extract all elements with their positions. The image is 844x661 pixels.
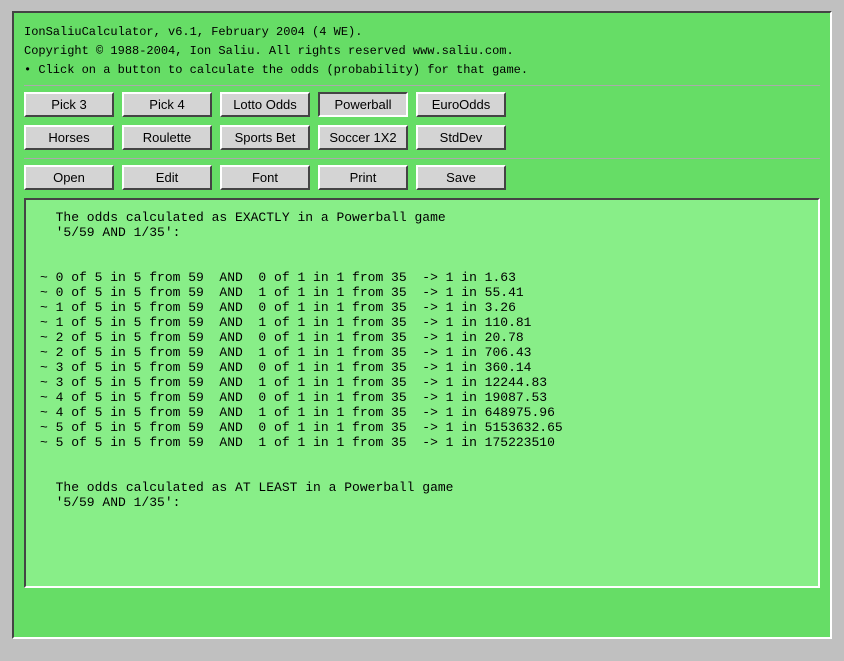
button-row-2: Horses Roulette Sports Bet Soccer 1X2 St…	[24, 125, 820, 150]
main-window: IonSaliuCalculator, v6.1, February 2004 …	[12, 11, 832, 639]
output-wrapper: The odds calculated as EXACTLY in a Powe…	[24, 198, 820, 588]
button-row-1: Pick 3 Pick 4 Lotto Odds Powerball EuroO…	[24, 92, 820, 117]
output-area[interactable]: The odds calculated as EXACTLY in a Powe…	[26, 200, 818, 586]
save-button[interactable]: Save	[416, 165, 506, 190]
title-bar: IonSaliuCalculator, v6.1, February 2004 …	[24, 23, 820, 79]
font-button[interactable]: Font	[220, 165, 310, 190]
divider-2	[24, 158, 820, 159]
powerball-button[interactable]: Powerball	[318, 92, 408, 117]
divider-1	[24, 85, 820, 86]
button-row-3: Open Edit Font Print Save	[24, 165, 820, 190]
title-line1: IonSaliuCalculator, v6.1, February 2004 …	[24, 23, 820, 41]
title-line2: Copyright © 1988-2004, Ion Saliu. All ri…	[24, 42, 820, 60]
soccer-button[interactable]: Soccer 1X2	[318, 125, 408, 150]
pick4-button[interactable]: Pick 4	[122, 92, 212, 117]
horses-button[interactable]: Horses	[24, 125, 114, 150]
roulette-button[interactable]: Roulette	[122, 125, 212, 150]
edit-button[interactable]: Edit	[122, 165, 212, 190]
open-button[interactable]: Open	[24, 165, 114, 190]
pick3-button[interactable]: Pick 3	[24, 92, 114, 117]
print-button[interactable]: Print	[318, 165, 408, 190]
stddev-button[interactable]: StdDev	[416, 125, 506, 150]
lotto-odds-button[interactable]: Lotto Odds	[220, 92, 310, 117]
title-line3: • Click on a button to calculate the odd…	[24, 61, 820, 79]
sports-bet-button[interactable]: Sports Bet	[220, 125, 310, 150]
euroodds-button[interactable]: EuroOdds	[416, 92, 506, 117]
